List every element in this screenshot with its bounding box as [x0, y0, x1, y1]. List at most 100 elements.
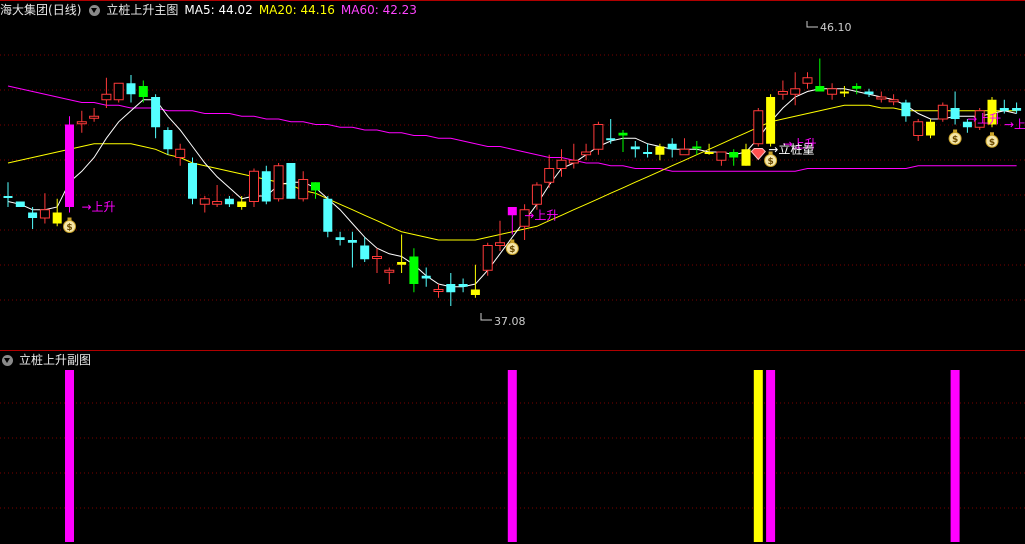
candle — [360, 237, 370, 262]
candle — [323, 196, 333, 238]
candle — [273, 163, 284, 202]
stock-name: 海大集团 — [0, 3, 49, 17]
candle — [839, 86, 849, 97]
candle-body — [470, 289, 480, 295]
candle — [175, 143, 186, 166]
candle — [101, 77, 112, 108]
candle — [753, 108, 764, 147]
candle-body — [729, 152, 739, 158]
candle — [667, 138, 677, 158]
candle-body — [372, 256, 382, 259]
sub-signal-bar — [766, 370, 776, 542]
candle-body — [815, 86, 825, 92]
candle-body — [544, 168, 555, 183]
sub-indicator-name[interactable]: 立桩上升副图 — [19, 350, 91, 370]
candle-body — [913, 121, 924, 136]
candle-body — [852, 86, 862, 89]
candle — [65, 116, 74, 213]
collapse-triangle-icon[interactable] — [89, 4, 101, 16]
candle-body — [323, 198, 333, 232]
candle — [151, 94, 161, 139]
money-bag-symbol: $ — [509, 245, 515, 255]
candle — [593, 121, 604, 155]
candle-body — [3, 196, 13, 198]
collapse-triangle-icon[interactable] — [2, 354, 13, 366]
candle-body — [347, 240, 357, 243]
candle-body — [864, 91, 874, 95]
candle-body — [716, 151, 727, 161]
candle — [802, 72, 813, 89]
candle-body — [482, 245, 493, 271]
candle — [741, 143, 751, 166]
candle-body — [15, 201, 25, 207]
candle — [876, 91, 887, 103]
candle-body — [28, 212, 38, 218]
money-bag-symbol: $ — [767, 157, 773, 167]
candle-body — [298, 179, 309, 200]
candle — [704, 143, 714, 155]
candle-body — [409, 256, 419, 284]
candle-body — [89, 115, 100, 119]
candle — [347, 231, 357, 268]
candle — [777, 80, 788, 100]
candle-body — [224, 198, 234, 205]
high-marker-label: 46.10 — [820, 21, 852, 34]
candle-body — [433, 289, 444, 292]
candle — [827, 83, 838, 100]
candle-body — [360, 245, 370, 260]
main-indicator-name[interactable]: 立桩上升主图 — [106, 0, 178, 20]
candle-body — [384, 269, 395, 273]
sub-signal-bar — [753, 370, 763, 542]
candles-group — [3, 58, 1022, 306]
candle-body — [273, 165, 284, 200]
candle — [937, 102, 948, 122]
candle — [335, 231, 345, 246]
candle — [913, 119, 924, 141]
candle — [113, 82, 124, 103]
candle-body — [692, 146, 702, 149]
candle-body — [507, 207, 517, 216]
candle-body — [901, 102, 911, 117]
candle-body — [261, 171, 271, 202]
candle — [729, 149, 739, 166]
signals-group: $→上升$→上升$→上升$→上升$→上升→立桩量 — [63, 112, 1025, 255]
candle-body — [655, 146, 665, 155]
candle — [311, 182, 320, 199]
signal-pile-label: →立桩量 — [768, 142, 814, 157]
candle — [470, 264, 480, 298]
signal-up-label: →上升 — [967, 112, 1001, 126]
candle-body — [495, 242, 505, 246]
candle-body — [151, 97, 161, 128]
candle — [249, 168, 259, 207]
candle — [888, 94, 899, 106]
candle-body — [876, 96, 887, 100]
candle — [618, 130, 628, 152]
candle — [126, 75, 136, 103]
candle-body — [888, 99, 899, 103]
money-bag-tie — [67, 217, 72, 221]
candle-body — [937, 104, 948, 120]
candle-body — [581, 151, 592, 156]
main-panel-divider — [0, 350, 1025, 351]
candle — [581, 143, 592, 161]
money-bag-icon: $ — [63, 217, 76, 233]
candle — [409, 248, 419, 293]
candle-body — [188, 163, 197, 199]
candle — [163, 127, 173, 155]
candle-body — [950, 108, 960, 119]
money-bag-tie — [990, 132, 994, 136]
money-bag-symbol: $ — [66, 223, 72, 233]
candle-body — [397, 262, 407, 265]
sub-signal-bar — [950, 370, 960, 542]
diamond-icon — [750, 148, 766, 161]
candle-body — [568, 159, 579, 164]
candle — [298, 171, 309, 202]
candle — [89, 108, 100, 122]
period-label: (日线) — [48, 3, 82, 17]
candle-body — [113, 82, 124, 101]
candle — [28, 207, 38, 229]
candle — [372, 248, 382, 273]
candle — [950, 91, 960, 125]
candle-body — [556, 159, 567, 169]
candle — [212, 185, 223, 207]
